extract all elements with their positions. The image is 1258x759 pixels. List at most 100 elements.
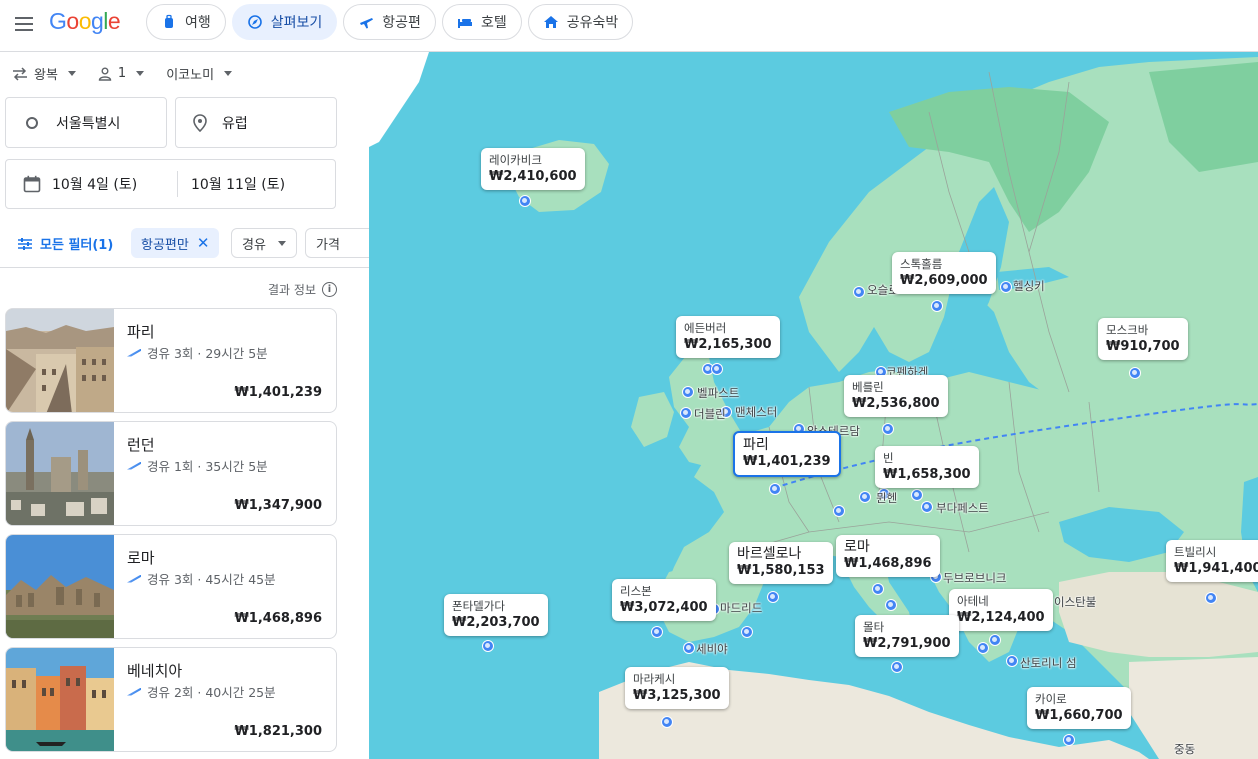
result-card[interactable]: 베네치아 경유 2회 · 40시간 25분 ₩1,821,300: [5, 647, 337, 752]
bubble-city: 파리: [743, 437, 769, 453]
price-bubble-moscow[interactable]: 모스크바 ₩910,700: [1098, 318, 1188, 360]
all-filters-button[interactable]: 모든 필터(1): [18, 234, 113, 253]
bubble-city: 트빌리시: [1174, 545, 1217, 559]
airport-pin[interactable]: [859, 491, 871, 503]
price-bubble-lisbon[interactable]: 리스본 ₩3,072,400: [612, 579, 716, 621]
bubble-city: 빈: [883, 451, 894, 465]
bubble-price: ₩2,536,800: [852, 396, 940, 411]
map-place-label[interactable]: 헬싱키: [1013, 278, 1045, 294]
price-bubble-stockholm[interactable]: 스톡홀름 ₩2,609,000: [892, 252, 996, 294]
price-bubble-paris[interactable]: 파리 ₩1,401,239: [733, 431, 841, 477]
airplane-icon: [360, 18, 374, 29]
tab-vacation-rentals[interactable]: 공유숙박: [527, 4, 634, 40]
result-city: 파리: [127, 323, 155, 341]
tab-flights-label: 항공편: [382, 15, 421, 31]
price-bubble-reykjavik[interactable]: 레이카비크 ₩2,410,600: [481, 148, 585, 190]
airport-pin[interactable]: [1000, 281, 1012, 293]
airport-pin[interactable]: [882, 423, 894, 435]
tab-explore[interactable]: 살펴보기: [231, 4, 338, 40]
passenger-count: 1: [117, 66, 127, 81]
flights-only-chip[interactable]: 항공편만 ✕: [131, 228, 220, 258]
bubble-price: ₩3,072,400: [620, 600, 708, 615]
price-filter[interactable]: 가격: [305, 228, 369, 258]
airport-pin[interactable]: [1006, 655, 1018, 667]
tab-hotels[interactable]: 호텔: [441, 4, 522, 40]
tab-trips[interactable]: 여행: [146, 4, 226, 40]
airport-pin[interactable]: [519, 195, 531, 207]
destinations-map[interactable]: 오슬로 헬싱키 코펜하겐 벨파스트 더블린 맨체스터 암스테르담 뮌헨 부다페스…: [369, 52, 1258, 759]
result-city: 로마: [127, 549, 155, 567]
airport-pin[interactable]: [911, 489, 923, 501]
origin-field[interactable]: 서울특별시: [5, 97, 167, 148]
airport-pin[interactable]: [885, 599, 897, 611]
depart-date[interactable]: 10월 4일 (토): [52, 174, 177, 194]
map-place-label[interactable]: 뮌헨: [876, 490, 897, 506]
trip-type-select[interactable]: 왕복: [12, 64, 76, 83]
price-bubble-barcelona[interactable]: 바르셀로나 ₩1,580,153: [729, 542, 833, 584]
airport-pin[interactable]: [683, 642, 695, 654]
airport-pin[interactable]: [1129, 367, 1141, 379]
price-bubble-vienna[interactable]: 빈 ₩1,658,300: [875, 446, 979, 488]
price-bubble-rome[interactable]: 로마 ₩1,468,896: [836, 535, 940, 577]
result-card[interactable]: 런던 경유 1회 · 35시간 5분 ₩1,347,900: [5, 421, 337, 526]
price-bubble-ponta-delgada[interactable]: 폰타델가다 ₩2,203,700: [444, 594, 548, 636]
passengers-select[interactable]: 1: [98, 66, 145, 81]
airport-pin[interactable]: [769, 483, 781, 495]
airport-pin[interactable]: [661, 716, 673, 728]
map-place-label[interactable]: 두브로브니크: [943, 570, 1006, 586]
airport-pin[interactable]: [872, 583, 884, 595]
airport-pin[interactable]: [741, 626, 753, 638]
airport-pin[interactable]: [891, 661, 903, 673]
map-place-label[interactable]: 벨파스트: [697, 385, 739, 401]
airport-pin[interactable]: [1205, 592, 1217, 604]
destination-field[interactable]: 유럽: [175, 97, 337, 148]
return-date[interactable]: 10월 11일 (토): [191, 174, 285, 194]
airport-pin[interactable]: [651, 626, 663, 638]
result-card[interactable]: 로마 경유 3회 · 45시간 45분 ₩1,468,896: [5, 534, 337, 639]
result-card[interactable]: 파리 경유 3회 · 29시간 5분 ₩1,401,239: [5, 308, 337, 413]
bubble-city: 폰타델가다: [452, 599, 505, 613]
airport-pin[interactable]: [711, 363, 723, 375]
price-bubble-tbilisi[interactable]: 트빌리시 ₩1,941,400: [1166, 540, 1258, 582]
main-menu-icon[interactable]: [12, 12, 36, 36]
airport-pin[interactable]: [482, 640, 494, 652]
google-logo[interactable]: Google: [49, 8, 121, 35]
map-place-label[interactable]: 맨체스터: [735, 404, 777, 420]
results-info[interactable]: 결과 정보 i: [268, 281, 337, 298]
map-place-label[interactable]: 부다페스트: [936, 500, 989, 516]
map-place-label[interactable]: 마드리드: [720, 600, 762, 616]
result-meta: 경유 3회 · 45시간 45분: [127, 569, 276, 588]
price-bubble-cairo[interactable]: 카이로 ₩1,660,700: [1027, 687, 1131, 729]
airport-pin[interactable]: [682, 386, 694, 398]
airport-pin[interactable]: [767, 591, 779, 603]
airport-pin[interactable]: [921, 501, 933, 513]
airport-pin[interactable]: [1063, 734, 1075, 746]
map-place-label[interactable]: 세비야: [696, 641, 728, 657]
trip-options: 왕복 1 이코노미: [12, 64, 254, 83]
airport-pin[interactable]: [931, 300, 943, 312]
date-range-field[interactable]: 10월 4일 (토) 10월 11일 (토): [5, 159, 336, 209]
tab-flights[interactable]: 항공편: [343, 4, 436, 40]
bubble-city: 레이카비크: [489, 153, 542, 167]
airport-pin[interactable]: [989, 634, 1001, 646]
stops-filter[interactable]: 경유: [231, 228, 297, 258]
airport-pin[interactable]: [977, 642, 989, 654]
date-divider: [177, 171, 178, 197]
airport-pin[interactable]: [833, 505, 845, 517]
cabin-select[interactable]: 이코노미: [166, 64, 233, 83]
airport-pin[interactable]: [853, 286, 865, 298]
map-place-label[interactable]: 더블린: [694, 406, 726, 422]
airport-pin[interactable]: [680, 407, 692, 419]
price-bubble-marrakesh[interactable]: 마라케시 ₩3,125,300: [625, 667, 729, 709]
airline-logo-icon: [127, 687, 141, 696]
close-icon[interactable]: ✕: [197, 234, 210, 252]
price-bubble-athens[interactable]: 아테네 ₩2,124,400: [949, 589, 1053, 631]
price-bubble-malta[interactable]: 몰타 ₩2,791,900: [855, 615, 959, 657]
map-place-label[interactable]: 산토리니 섬: [1020, 655, 1077, 671]
price-bubble-edinburgh[interactable]: 에든버러 ₩2,165,300: [676, 316, 780, 358]
tune-icon: [18, 237, 32, 250]
price-bubble-berlin[interactable]: 베를린 ₩2,536,800: [844, 375, 948, 417]
london-photo: [6, 422, 114, 525]
map-place-label[interactable]: 이스탄불: [1054, 594, 1096, 610]
result-city: 런던: [127, 436, 155, 454]
